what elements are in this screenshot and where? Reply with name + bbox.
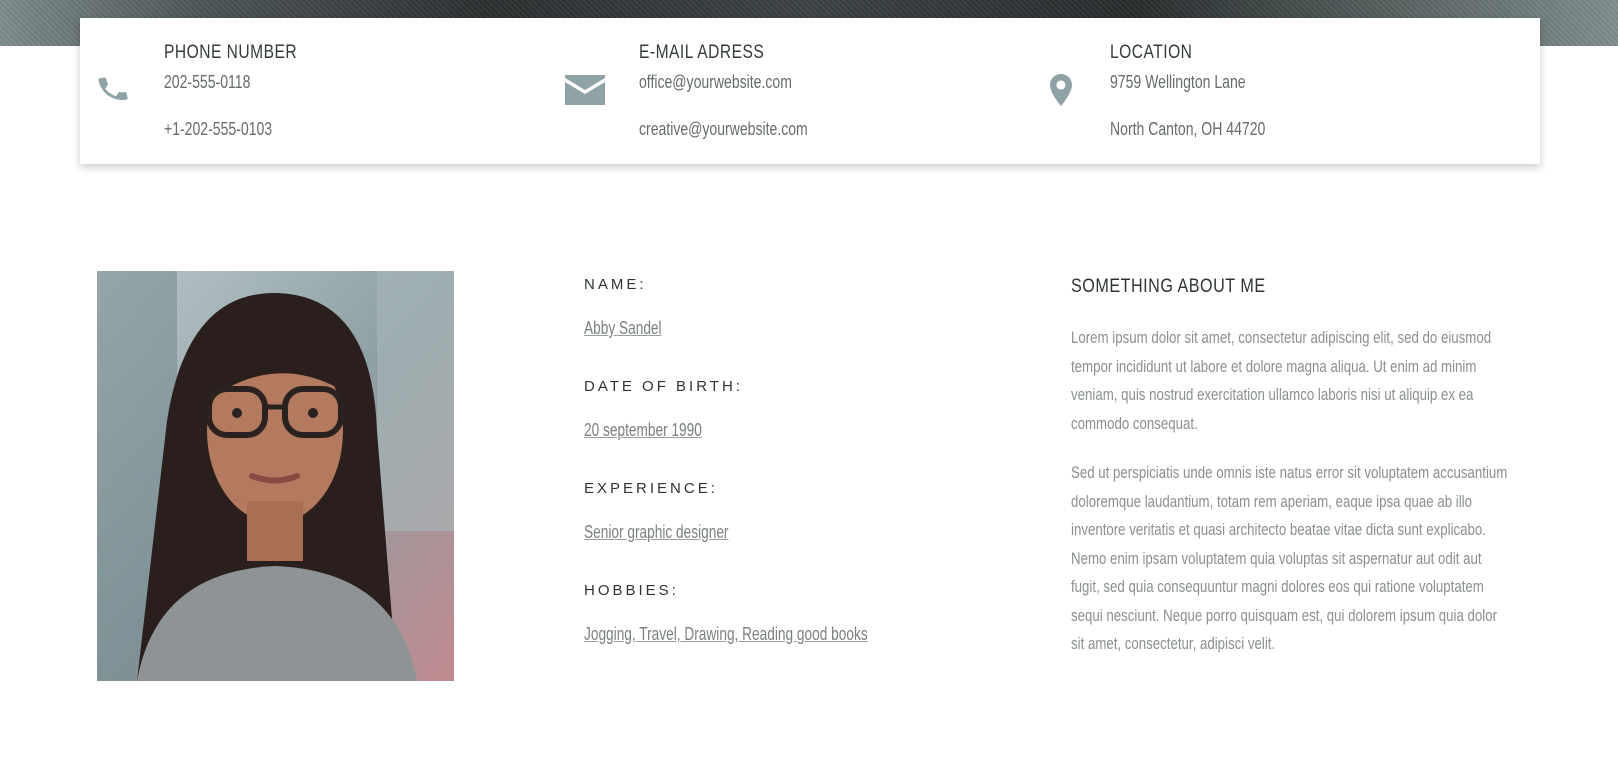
location-title: LOCATION — [1110, 42, 1193, 63]
phone-number-secondary[interactable]: +1-202-555-0103 — [164, 119, 272, 140]
email-creative[interactable]: creative@yourwebsite.com — [639, 119, 808, 140]
contact-location: LOCATION 9759 Wellington Lane North Cant… — [1040, 18, 1540, 164]
email-title: E-MAIL ADRESS — [639, 42, 765, 63]
dob-value[interactable]: 20 september 1990 — [584, 420, 702, 441]
experience-label: EXPERIENCE: — [584, 480, 718, 497]
experience-value[interactable]: Senior graphic designer — [584, 522, 728, 543]
about-paragraph-1: Lorem ipsum dolor sit amet, consectetur … — [1071, 328, 1492, 433]
about-title: SOMETHING ABOUT ME — [1071, 276, 1266, 297]
contact-info-card: PHONE NUMBER 202-555-0118 +1-202-555-010… — [80, 18, 1540, 164]
name-label: NAME: — [584, 276, 647, 293]
dob-label: DATE OF BIRTH: — [584, 378, 743, 395]
hobbies-value[interactable]: Jogging, Travel, Drawing, Reading good b… — [584, 624, 868, 645]
contact-phone: PHONE NUMBER 202-555-0118 +1-202-555-010… — [80, 18, 560, 164]
phone-icon — [96, 72, 130, 111]
phone-number-primary[interactable]: 202-555-0118 — [164, 72, 250, 93]
email-office[interactable]: office@yourwebsite.com — [639, 72, 792, 93]
contact-email: E-MAIL ADRESS office@yourwebsite.com cre… — [560, 18, 1040, 164]
map-pin-icon — [1050, 74, 1072, 111]
envelope-icon — [565, 75, 605, 110]
about-paragraph-2: Sed ut perspiciatis unde omnis iste natu… — [1071, 463, 1508, 653]
about-section: SOMETHING ABOUT ME Lorem ipsum dolor sit… — [1071, 276, 1526, 653]
address-street: 9759 Wellington Lane — [1110, 72, 1246, 92]
phone-title: PHONE NUMBER — [164, 42, 298, 63]
profile-photo — [97, 271, 454, 681]
hobbies-label: HOBBIES: — [584, 582, 679, 599]
address-city: North Canton, OH 44720 — [1110, 119, 1266, 139]
name-value[interactable]: Abby Sandel — [584, 318, 662, 339]
